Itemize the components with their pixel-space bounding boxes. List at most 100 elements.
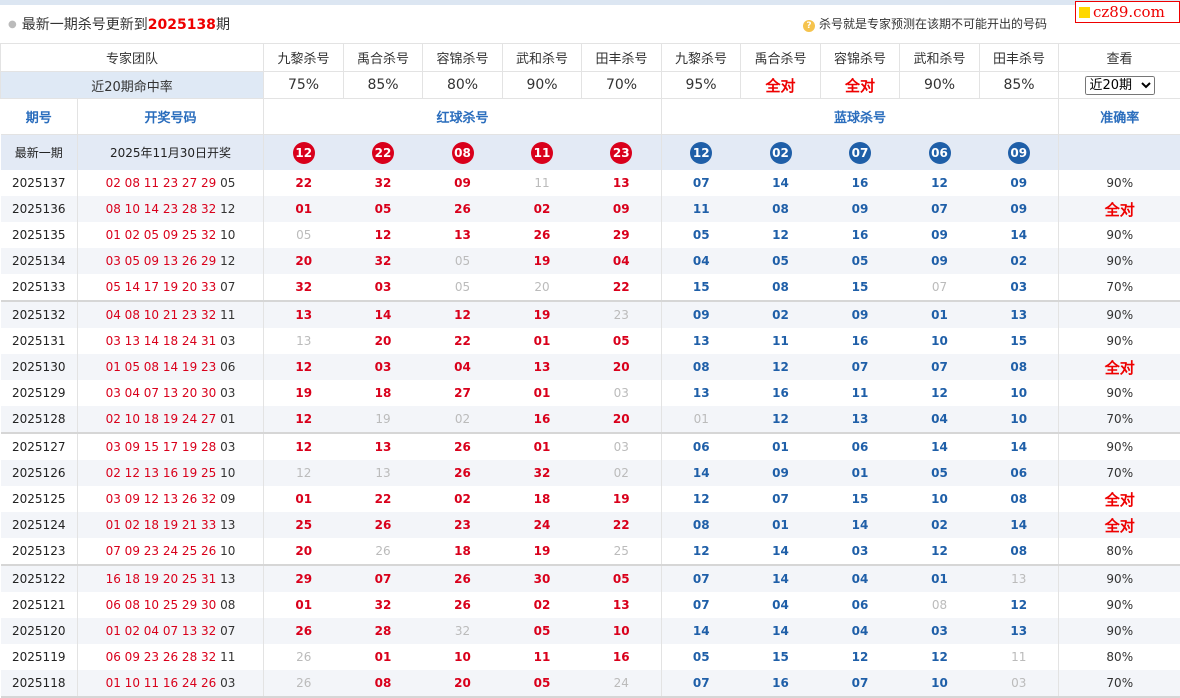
blue-kill-number: 09 xyxy=(980,196,1059,222)
blue-open-number: 03 xyxy=(220,440,235,454)
blue-kill-number: 08 xyxy=(980,354,1059,380)
blue-open-number: 03 xyxy=(220,334,235,348)
red-open-numbers: 16 18 19 20 25 31 xyxy=(106,572,217,586)
red-open-numbers: 06 08 10 25 29 30 xyxy=(106,598,217,612)
blue-ball: 06 xyxy=(929,142,951,164)
blue-kill-number: 07 xyxy=(662,170,741,196)
red-kill-number: 25 xyxy=(264,512,344,538)
blue-kill-number: 09 xyxy=(821,301,900,328)
issue-number: 2025125 xyxy=(1,486,78,512)
accuracy-value: 80% xyxy=(1059,644,1180,670)
red-ball: 23 xyxy=(610,142,632,164)
blue-kill-number: 01 xyxy=(821,460,900,486)
blue-kill-number: 09 xyxy=(821,196,900,222)
table-row: 202512401 02 18 19 21 33 132526232422080… xyxy=(1,512,1180,538)
table-row: 202512903 04 07 13 20 30 031918270103131… xyxy=(1,380,1180,406)
blue-open-number: 10 xyxy=(220,466,235,480)
accuracy-value: 90% xyxy=(1059,592,1180,618)
latest-label: 最新一期 xyxy=(1,135,78,171)
blue-kill-number: 12 xyxy=(900,380,980,406)
blue-open-number: 05 xyxy=(220,176,235,190)
blue-kill-number: 16 xyxy=(741,670,821,697)
red-kill-number: 13 xyxy=(503,354,582,380)
red-kill-number: 22 xyxy=(344,486,423,512)
red-kill-number: 02 xyxy=(423,406,503,433)
blue-kill-number: 09 xyxy=(980,170,1059,196)
red-open-numbers: 04 08 10 21 23 32 xyxy=(106,308,217,322)
blue-ball: 02 xyxy=(770,142,792,164)
blue-open-number: 10 xyxy=(220,544,235,558)
latest-blue-kill: 07 xyxy=(821,135,900,171)
red-kill-number: 26 xyxy=(423,196,503,222)
open-numbers: 02 08 11 23 27 29 05 xyxy=(78,170,264,196)
expert-header: 九黎杀号 xyxy=(264,44,344,72)
question-icon: ? xyxy=(803,20,815,32)
issue-column-header: 期号 xyxy=(1,99,78,135)
blue-ball: 12 xyxy=(690,142,712,164)
open-numbers: 05 14 17 19 20 33 07 xyxy=(78,274,264,301)
blue-kill-number: 13 xyxy=(980,301,1059,328)
blue-kill-number: 14 xyxy=(662,618,741,644)
blue-kill-number: 03 xyxy=(900,618,980,644)
red-kill-number: 05 xyxy=(503,618,582,644)
blue-kill-number: 01 xyxy=(741,433,821,460)
blue-open-number: 07 xyxy=(220,280,235,294)
hit-rate-value: 80% xyxy=(423,72,503,99)
red-kill-number: 10 xyxy=(582,618,662,644)
accuracy-value: 90% xyxy=(1059,618,1180,644)
table-row: 202512216 18 19 20 25 31 132907263005071… xyxy=(1,565,1180,592)
blue-kill-number: 06 xyxy=(821,592,900,618)
blue-kill-number: 09 xyxy=(662,301,741,328)
red-kill-number: 09 xyxy=(423,170,503,196)
view-label: 查看 xyxy=(1059,44,1180,72)
latest-red-kill: 23 xyxy=(582,135,662,171)
latest-draw-date: 2025年11月30日开奖 xyxy=(78,135,264,171)
red-kill-number: 12 xyxy=(264,433,344,460)
accuracy-value: 90% xyxy=(1059,222,1180,248)
logo-square-icon xyxy=(1079,7,1090,18)
red-kill-number: 01 xyxy=(264,196,344,222)
accuracy-value: 全对 xyxy=(1059,512,1180,538)
period-select[interactable]: 近20期 xyxy=(1085,76,1155,95)
red-kill-number: 26 xyxy=(423,433,503,460)
table-row: 202513103 13 14 18 24 31 031320220105131… xyxy=(1,328,1180,354)
blue-open-number: 01 xyxy=(220,412,235,426)
blue-open-number: 13 xyxy=(220,572,235,586)
expert-header: 容锦杀号 xyxy=(821,44,900,72)
red-kill-number: 13 xyxy=(582,592,662,618)
open-numbers: 07 09 23 24 25 26 10 xyxy=(78,538,264,565)
blue-kill-number: 14 xyxy=(741,538,821,565)
red-kill-number: 07 xyxy=(344,565,423,592)
issue-number: 2025136 xyxy=(1,196,78,222)
accuracy-value: 全对 xyxy=(1059,486,1180,512)
blue-kill-number: 05 xyxy=(900,460,980,486)
blue-kill-number: 12 xyxy=(980,592,1059,618)
blue-kill-number: 06 xyxy=(662,433,741,460)
site-logo[interactable]: cz89.com xyxy=(1075,1,1180,23)
hit-rate-value: 85% xyxy=(344,72,423,99)
blue-kill-number: 07 xyxy=(741,486,821,512)
hit-rate-value: 90% xyxy=(900,72,980,99)
red-kill-number: 32 xyxy=(503,460,582,486)
red-kill-number: 26 xyxy=(423,460,503,486)
red-kill-number: 05 xyxy=(264,222,344,248)
red-open-numbers: 01 02 05 09 25 32 xyxy=(106,228,217,242)
open-numbers: 03 05 09 13 26 29 12 xyxy=(78,248,264,274)
red-kill-number: 19 xyxy=(582,486,662,512)
expert-header: 武和杀号 xyxy=(900,44,980,72)
red-ball: 11 xyxy=(531,142,553,164)
accuracy-value: 90% xyxy=(1059,380,1180,406)
blue-kill-number: 09 xyxy=(900,222,980,248)
red-kill-number: 02 xyxy=(582,460,662,486)
red-kill-number: 11 xyxy=(503,170,582,196)
red-kill-number: 20 xyxy=(264,538,344,565)
table-row: 202512106 08 10 25 29 30 080132260213070… xyxy=(1,592,1180,618)
blue-kill-number: 04 xyxy=(821,618,900,644)
blue-open-number: 06 xyxy=(220,360,235,374)
latest-red-kill: 12 xyxy=(264,135,344,171)
bullet-icon: ● xyxy=(8,19,17,30)
hit-rate-label: 近20期命中率 xyxy=(1,72,264,99)
red-kill-number: 10 xyxy=(423,644,503,670)
issue-number: 2025132 xyxy=(1,301,78,328)
red-kill-number: 01 xyxy=(503,328,582,354)
